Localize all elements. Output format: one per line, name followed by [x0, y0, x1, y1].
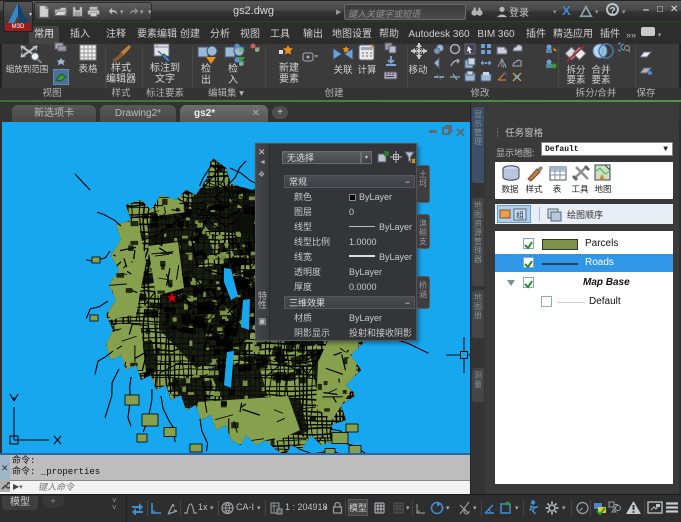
svg-text:组: 组 — [516, 210, 524, 220]
